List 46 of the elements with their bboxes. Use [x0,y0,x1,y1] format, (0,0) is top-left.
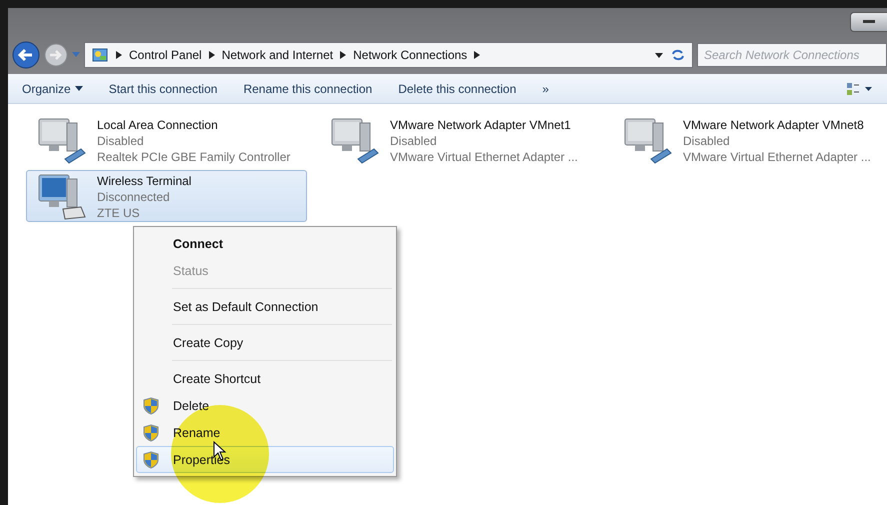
minimize-icon [863,20,875,24]
connection-status: Disconnected [97,189,171,205]
menu-item[interactable]: Set as Default Connection [136,293,394,320]
toolbar-button[interactable]: » [542,82,549,96]
connection-status: Disabled [97,133,145,149]
connection-item[interactable]: Wireless Terminal Disconnected ZTE US [26,170,307,222]
shield-icon [143,424,159,442]
search-field[interactable]: Search Network Connections [697,43,887,67]
connection-item[interactable]: Local Area Connection Disabled Realtek PCIe GBE Family Controller [26,114,307,166]
view-options-icon[interactable] [847,82,873,94]
toolbar-button[interactable]: Rename this connection [243,82,372,96]
minimize-button[interactable] [850,12,887,32]
connection-item[interactable]: VMware Network Adapter VMnet8 Disabled VMware Virtual Ethernet Adapter ... [612,114,878,166]
caret-icon [74,86,83,91]
breadcrumb[interactable]: Network Connections [353,48,468,62]
breadcrumb-arrow-icon[interactable] [116,51,122,59]
adapter-name: VMware Virtual Ethernet Adapter ... [683,149,871,165]
menu-item[interactable]: Create Shortcut [136,365,394,392]
menu-item[interactable]: Delete [136,392,394,419]
toolbar-button[interactable]: Start this connection [108,82,218,96]
refresh-icon[interactable] [670,48,686,62]
connection-item[interactable]: VMware Network Adapter VMnet1 Disabled VMware Virtual Ethernet Adapter ... [319,114,600,166]
adapter-name: ZTE US [97,205,141,221]
dropdown-arrow-icon[interactable] [655,52,663,58]
breadcrumb-arrow-icon[interactable] [208,51,215,59]
connection-name: Wireless Terminal [97,173,192,189]
adapter-name: VMware Virtual Ethernet Adapter ... [390,149,578,165]
menu-item[interactable]: Connect [136,230,394,257]
address-bar[interactable]: Control Panel Network and Internet Network Connections [84,42,693,68]
breadcrumb-arrow-icon[interactable] [340,51,346,59]
connection-status: Disabled [683,133,731,149]
toolbar-button[interactable]: Organize [22,82,83,96]
connection-name: VMware Network Adapter VMnet1 [390,117,572,133]
breadcrumb[interactable]: Control Panel [129,48,202,62]
connection-status: Disabled [390,133,438,149]
back-button[interactable] [12,41,40,69]
adapter-name: Realtek PCIe GBE Family Controller [97,149,290,165]
forward-button[interactable] [44,43,68,67]
breadcrumb[interactable]: Network and Internet [222,48,334,62]
connection-name: VMware Network Adapter VMnet8 [683,117,865,133]
toolbar-button[interactable]: Delete this connection [398,82,516,96]
shield-icon [143,396,159,414]
control-panel-icon [91,46,109,64]
connection-name: Local Area Connection [97,117,219,133]
breadcrumb-arrow-icon[interactable] [474,51,480,59]
menu-item[interactable]: Create Copy [136,329,394,356]
